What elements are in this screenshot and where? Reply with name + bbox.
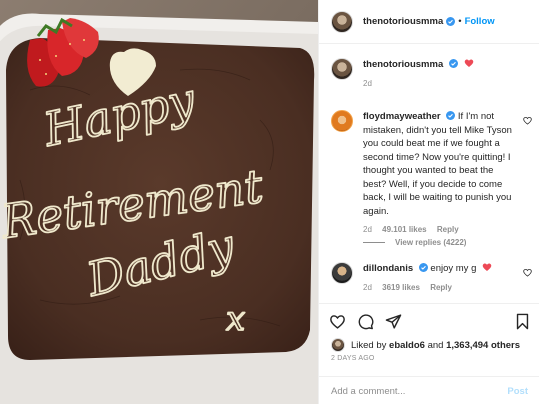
caption-username[interactable]: thenotoriousmma bbox=[363, 59, 443, 70]
likes-user[interactable]: ebaldo6 bbox=[389, 340, 425, 351]
post-actions: Liked by ebaldo6 and 1,363,494 others 2 … bbox=[319, 303, 539, 403]
heart-icon bbox=[482, 263, 492, 271]
reply-button[interactable]: Reply bbox=[437, 225, 459, 234]
save-icon[interactable] bbox=[514, 313, 531, 330]
comment-text: enjoy my g bbox=[430, 263, 477, 274]
likes-middle: and bbox=[427, 339, 444, 351]
add-comment-bar: Post bbox=[319, 376, 539, 404]
share-icon[interactable] bbox=[385, 313, 402, 330]
follow-button[interactable]: Follow bbox=[465, 16, 495, 27]
comment-icon[interactable] bbox=[357, 313, 374, 330]
post-date[interactable]: 2 DAYS AGO bbox=[331, 355, 375, 362]
verified-icon bbox=[446, 17, 456, 26]
comment-input[interactable] bbox=[331, 386, 508, 397]
cake-image: Happy Retirement Daddy x bbox=[0, 0, 318, 404]
heart-icon[interactable] bbox=[329, 313, 346, 330]
comment-likes[interactable]: 49.101 likes bbox=[382, 225, 426, 234]
post-panel: thenotoriousmma • Follow thenotoriousmma… bbox=[318, 0, 539, 404]
comment-like-heart-icon[interactable] bbox=[523, 116, 532, 125]
comment-username[interactable]: dillondanis bbox=[363, 263, 413, 274]
cake-line-4: x bbox=[226, 299, 245, 339]
heart-icon bbox=[464, 59, 473, 67]
likes-count[interactable]: 1,363,494 others bbox=[446, 340, 520, 351]
avatar[interactable] bbox=[331, 58, 353, 80]
comment-row: floydmayweather If I'm not mistaken, did… bbox=[331, 110, 532, 237]
reply-button[interactable]: Reply bbox=[430, 283, 452, 292]
comment-text: If I'm not mistaken, didn't you tell Mik… bbox=[363, 111, 512, 217]
comment-meta: 2d 49.101 likes Reply bbox=[363, 223, 513, 237]
view-replies-button[interactable]: View replies (4222) bbox=[363, 238, 466, 247]
header-username[interactable]: thenotoriousmma bbox=[363, 16, 443, 27]
comment-body: dillondanis enjoy my g 2d 3619 likes Rep… bbox=[363, 262, 492, 294]
caption-body: thenotoriousmma 2d bbox=[363, 58, 474, 90]
avatar[interactable] bbox=[331, 262, 353, 284]
post-photo[interactable]: Happy Retirement Daddy x bbox=[0, 0, 318, 404]
likes-prefix: Liked by bbox=[351, 339, 387, 351]
caption-meta: 2d bbox=[363, 77, 474, 91]
comment-time[interactable]: 2d bbox=[363, 283, 372, 292]
header-separator: • bbox=[458, 16, 462, 27]
post-header: thenotoriousmma • Follow bbox=[319, 0, 539, 44]
avatar[interactable] bbox=[331, 10, 353, 33]
verified-icon bbox=[446, 111, 456, 120]
avatar[interactable] bbox=[331, 338, 345, 352]
verified-icon bbox=[418, 263, 428, 272]
comment-meta: 2d 3619 likes Reply bbox=[363, 281, 492, 295]
likes-summary: Liked by ebaldo6 and 1,363,494 others bbox=[331, 338, 520, 352]
action-icons bbox=[329, 313, 402, 330]
verified-icon bbox=[448, 59, 458, 68]
post-button[interactable]: Post bbox=[507, 386, 528, 397]
comment-body: floydmayweather If I'm not mistaken, did… bbox=[363, 110, 513, 237]
comment-like-heart-icon[interactable] bbox=[523, 268, 532, 277]
view-replies-label: View replies (4222) bbox=[395, 238, 467, 247]
view-replies-line bbox=[363, 242, 385, 243]
caption-row: thenotoriousmma 2d bbox=[331, 58, 474, 90]
comment-row: dillondanis enjoy my g 2d 3619 likes Rep… bbox=[331, 262, 532, 294]
caption-time[interactable]: 2d bbox=[363, 79, 372, 88]
comment-time[interactable]: 2d bbox=[363, 225, 372, 234]
comment-username[interactable]: floydmayweather bbox=[363, 111, 441, 122]
comment-likes[interactable]: 3619 likes bbox=[382, 283, 420, 292]
avatar[interactable] bbox=[331, 110, 353, 132]
